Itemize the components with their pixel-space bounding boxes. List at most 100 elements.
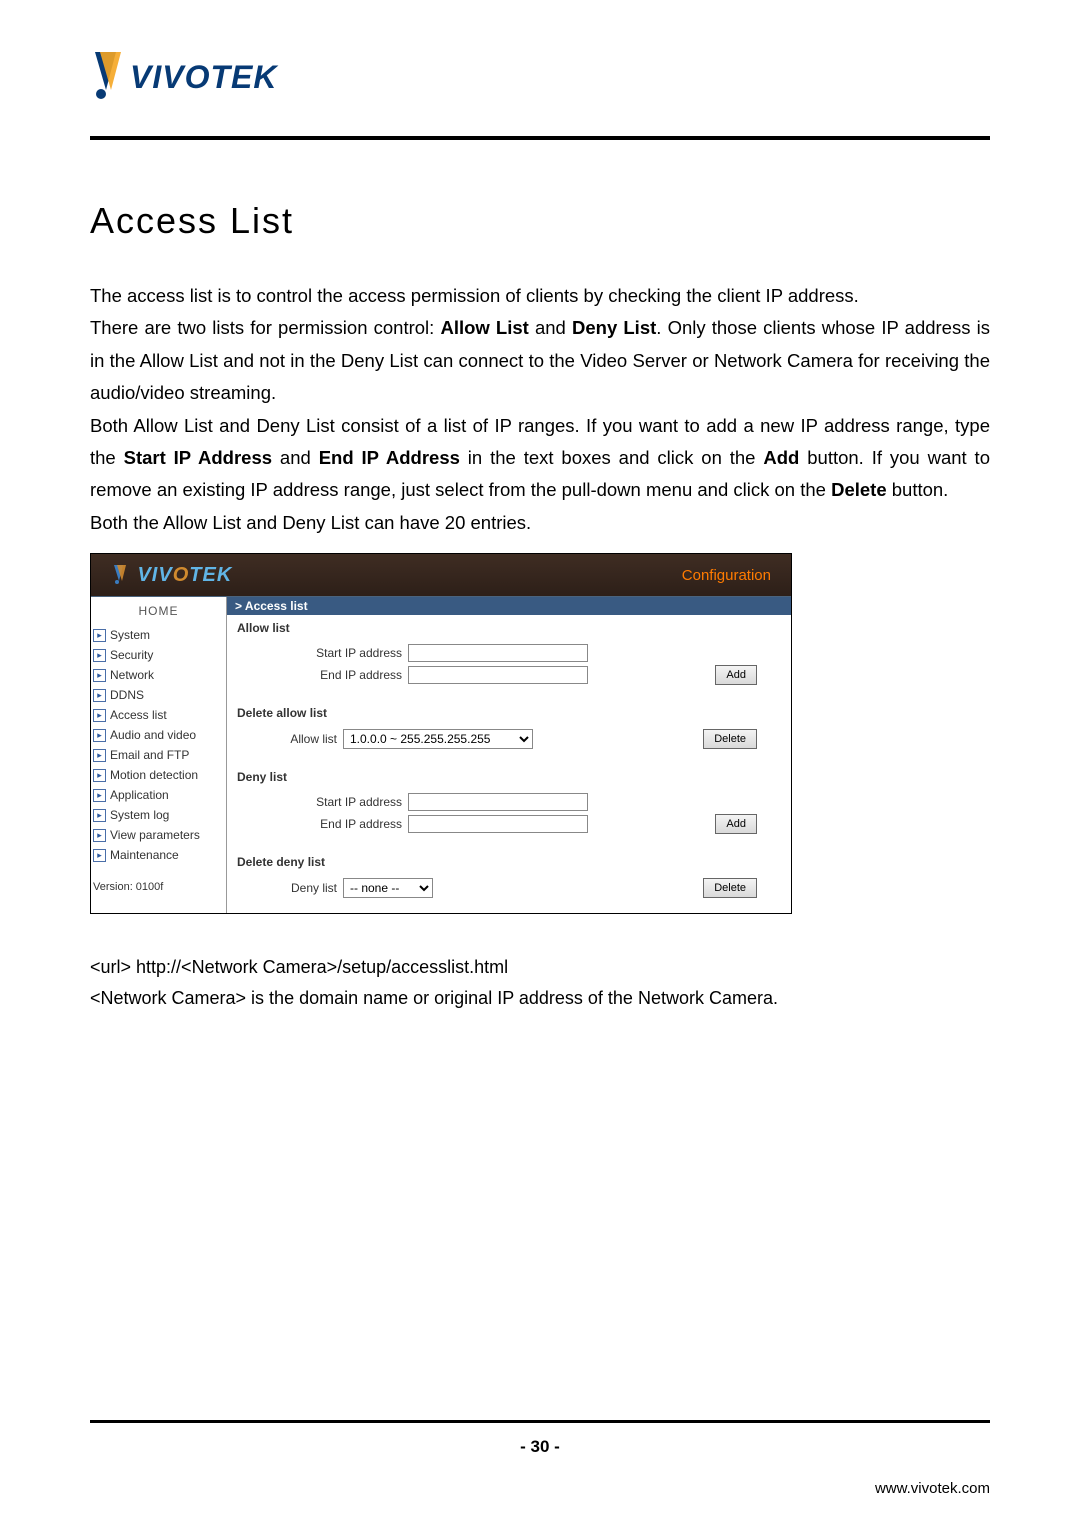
- start-ip-label: Start IP address: [237, 646, 408, 660]
- vivotek-logo-icon: VIVOTEK: [90, 50, 330, 102]
- url-line-2: <Network Camera> is the domain name or o…: [90, 983, 990, 1014]
- delete-deny-title: Delete deny list: [237, 853, 781, 875]
- arrow-right-icon: ▸: [93, 769, 106, 782]
- sidebar: HOME ▸ System ▸ Security ▸ Network ▸ DDNS ▸ Acces…: [91, 597, 227, 913]
- arrow-right-icon: ▸: [93, 669, 106, 682]
- arrow-right-icon: ▸: [93, 729, 106, 742]
- sidebar-item-motion-detection[interactable]: ▸ Motion detection: [91, 765, 226, 785]
- text: The access list is to control the access…: [90, 285, 859, 306]
- sidebar-item-email-and-ftp[interactable]: ▸ Email and FTP: [91, 745, 226, 765]
- lists-paragraph: There are two lists for permission contr…: [90, 312, 990, 409]
- url-line-1: <url> http://<Network Camera>/setup/acce…: [90, 952, 990, 983]
- allow-start-ip-input[interactable]: [408, 644, 588, 662]
- sidebar-item-system[interactable]: ▸ System: [91, 625, 226, 645]
- footer: - 30 -: [90, 1420, 990, 1457]
- main-panel: > Access list Allow list Start IP addres…: [227, 597, 791, 913]
- arrow-right-icon: ▸: [93, 849, 106, 862]
- sidebar-item-security[interactable]: ▸ Security: [91, 645, 226, 665]
- content-body: Access List The access list is to contro…: [90, 140, 990, 1013]
- usage-paragraph: Both Allow List and Deny List consist of…: [90, 410, 990, 507]
- sidebar-item-label: Motion detection: [110, 768, 198, 782]
- sidebar-item-label: Security: [110, 648, 153, 662]
- deny-list-section: Deny list Start IP address End IP addres…: [227, 764, 791, 849]
- arrow-right-icon: ▸: [93, 809, 106, 822]
- allow-list-section: Allow list Start IP address End IP addre…: [227, 615, 791, 700]
- sidebar-item-label: Audio and video: [110, 728, 196, 742]
- text: There are two lists for permission contr…: [90, 317, 440, 338]
- arrow-right-icon: ▸: [93, 829, 106, 842]
- configuration-label: Configuration: [682, 567, 771, 584]
- document-page: VIVOTEK Access List The access list is t…: [0, 0, 1080, 1527]
- end-ip-label: End IP address: [237, 668, 408, 682]
- allow-list-select[interactable]: 1.0.0.0 ~ 255.255.255.255: [343, 729, 533, 749]
- allow-end-ip-input[interactable]: [408, 666, 588, 684]
- allow-list-select-label: Allow list: [237, 732, 343, 746]
- text: in the text boxes and click on the: [460, 447, 763, 468]
- sidebar-item-label: DDNS: [110, 688, 144, 702]
- deny-end-ip-label: End IP address: [237, 817, 408, 831]
- footer-url: www.vivotek.com: [875, 1480, 990, 1497]
- deny-list-label: Deny List: [572, 317, 656, 338]
- sidebar-item-access-list[interactable]: ▸ Access list: [91, 705, 226, 725]
- page-title: Access List: [90, 200, 990, 242]
- text: button.: [887, 479, 949, 500]
- text: and: [272, 447, 319, 468]
- page-header: VIVOTEK: [90, 50, 990, 112]
- allow-delete-button[interactable]: Delete: [703, 729, 757, 749]
- sidebar-item-label: Application: [110, 788, 169, 802]
- deny-start-ip-input[interactable]: [408, 793, 588, 811]
- arrow-right-icon: ▸: [93, 789, 106, 802]
- sidebar-item-label: System log: [110, 808, 169, 822]
- vivotek-logo: VIVOTEK: [90, 50, 990, 102]
- arrow-right-icon: ▸: [93, 709, 106, 722]
- sidebar-item-label: View parameters: [110, 828, 200, 842]
- sidebar-item-view-parameters[interactable]: ▸ View parameters: [91, 825, 226, 845]
- deny-start-ip-label: Start IP address: [237, 795, 408, 809]
- screenshot-body: HOME ▸ System ▸ Security ▸ Network ▸ DDNS ▸ Acces…: [91, 596, 791, 913]
- sidebar-item-maintenance[interactable]: ▸ Maintenance: [91, 845, 226, 865]
- allow-add-button[interactable]: Add: [715, 665, 757, 685]
- arrow-right-icon: ▸: [93, 629, 106, 642]
- sidebar-item-network[interactable]: ▸ Network: [91, 665, 226, 685]
- sidebar-item-audio-and-video[interactable]: ▸ Audio and video: [91, 725, 226, 745]
- arrow-right-icon: ▸: [93, 689, 106, 702]
- deny-end-ip-input[interactable]: [408, 815, 588, 833]
- entries-note: Both the Allow List and Deny List can ha…: [90, 507, 990, 539]
- delete-allow-section: Delete allow list Allow list 1.0.0.0 ~ 2…: [227, 700, 791, 764]
- url-reference: <url> http://<Network Camera>/setup/acce…: [90, 924, 990, 1013]
- deny-list-select-label: Deny list: [237, 881, 343, 895]
- sidebar-item-label: Maintenance: [110, 848, 179, 862]
- delete-allow-title: Delete allow list: [237, 704, 781, 726]
- sidebar-item-label: Network: [110, 668, 154, 682]
- sidebar-version: Version: 0100f: [91, 865, 226, 899]
- delete-label: Delete: [831, 479, 887, 500]
- end-ip-label: End IP Address: [319, 447, 460, 468]
- config-screenshot: VIVOTEK Configuration HOME ▸ System ▸ Secur…: [90, 553, 792, 914]
- svg-text:VIVOTEK: VIVOTEK: [130, 59, 279, 95]
- allow-list-title: Allow list: [237, 619, 781, 641]
- add-label: Add: [763, 447, 799, 468]
- deny-list-select[interactable]: -- none --: [343, 878, 433, 898]
- deny-delete-button[interactable]: Delete: [703, 878, 757, 898]
- page-number: - 30 -: [90, 1423, 990, 1457]
- allow-list-label: Allow List: [440, 317, 528, 338]
- sidebar-item-label: Access list: [110, 708, 167, 722]
- sidebar-item-label: System: [110, 628, 150, 642]
- start-ip-label: Start IP Address: [124, 447, 272, 468]
- intro-paragraph: The access list is to control the access…: [90, 280, 990, 312]
- sidebar-item-system-log[interactable]: ▸ System log: [91, 805, 226, 825]
- sidebar-home[interactable]: HOME: [91, 597, 226, 625]
- delete-deny-section: Delete deny list Deny list -- none -- De…: [227, 849, 791, 913]
- screenshot-header: VIVOTEK Configuration: [91, 554, 791, 596]
- deny-add-button[interactable]: Add: [715, 814, 757, 834]
- arrow-right-icon: ▸: [93, 749, 106, 762]
- arrow-right-icon: ▸: [93, 649, 106, 662]
- text: and: [529, 317, 572, 338]
- sidebar-item-application[interactable]: ▸ Application: [91, 785, 226, 805]
- deny-list-title: Deny list: [237, 768, 781, 790]
- screenshot-brand: VIVOTEK: [111, 563, 232, 587]
- sidebar-item-ddns[interactable]: ▸ DDNS: [91, 685, 226, 705]
- breadcrumb: > Access list: [227, 597, 791, 615]
- sidebar-item-label: Email and FTP: [110, 748, 189, 762]
- vivotek-logo-icon: [111, 563, 133, 585]
